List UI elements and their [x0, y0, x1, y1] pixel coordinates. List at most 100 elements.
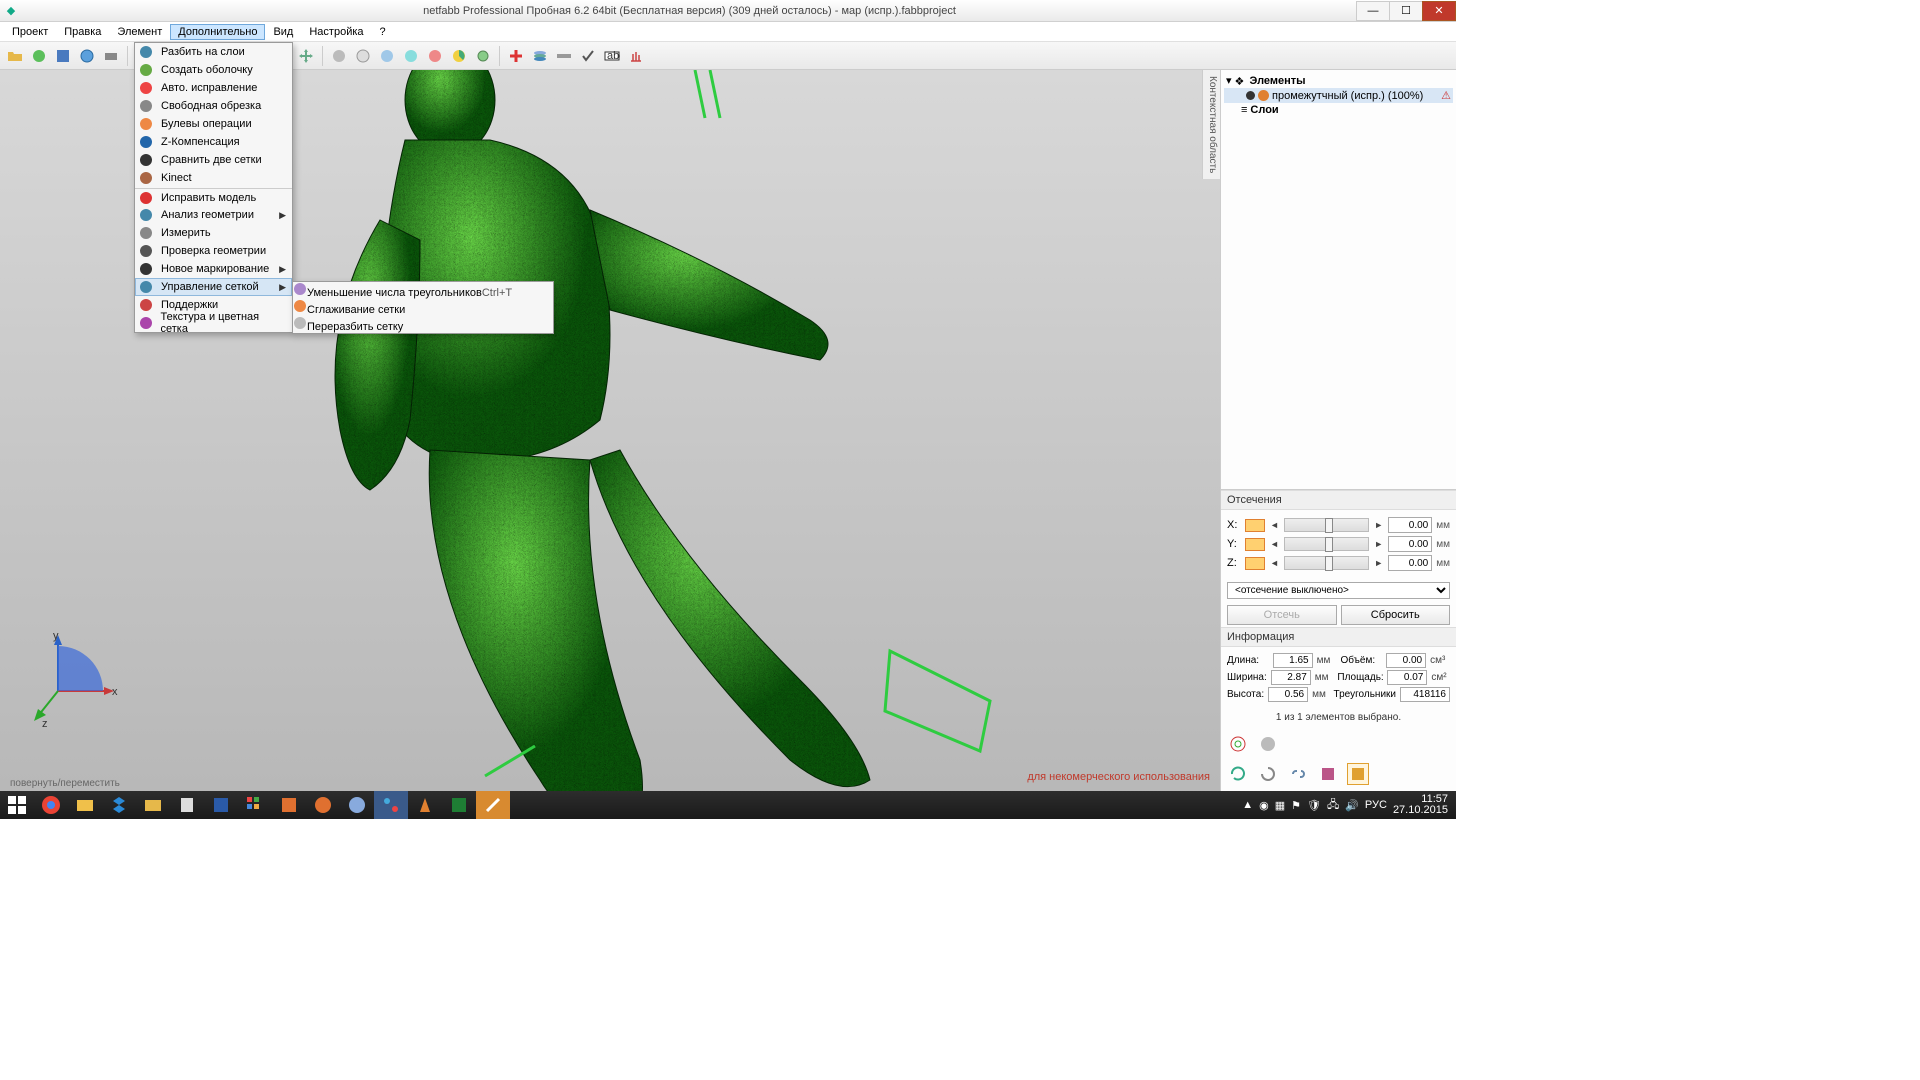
menu-item-shell[interactable]: Создать оболочку — [135, 61, 292, 79]
selected-mode-icon[interactable] — [1347, 763, 1369, 785]
task-chrome-icon[interactable] — [34, 791, 68, 819]
tree-layers-label: Слои — [1250, 104, 1278, 116]
task-folder-icon[interactable] — [136, 791, 170, 819]
menu-project[interactable]: Проект — [4, 24, 56, 40]
tool-globe-icon[interactable] — [76, 45, 98, 67]
task-apps-icon[interactable] — [238, 791, 272, 819]
tool-sphere2-icon[interactable] — [352, 45, 374, 67]
tray-network-icon[interactable]: 🖧 — [1327, 796, 1339, 815]
tray-volume-icon[interactable]: 🔊 — [1345, 799, 1359, 812]
menu-item-abc[interactable]: Новое маркирование▶ — [135, 260, 292, 278]
z-swatch[interactable] — [1245, 557, 1265, 570]
task-dropbox-icon[interactable] — [102, 791, 136, 819]
task-netfabb-icon[interactable] — [374, 791, 408, 819]
tool-sphere1-icon[interactable] — [328, 45, 350, 67]
task-word-icon[interactable] — [204, 791, 238, 819]
menu-item-plus[interactable]: Исправить модель — [135, 188, 292, 206]
y-slider[interactable] — [1284, 537, 1369, 551]
menu-item-analyse[interactable]: Анализ геометрии▶ — [135, 206, 292, 224]
target-icon[interactable] — [1227, 733, 1249, 755]
cut-mode-select[interactable]: <отсечение выключено> — [1227, 582, 1450, 599]
task-active-icon[interactable] — [476, 791, 510, 819]
menu-element[interactable]: Элемент — [109, 24, 170, 40]
y-swatch[interactable] — [1245, 538, 1265, 551]
tool-ruler-icon[interactable] — [553, 45, 575, 67]
menu-item-compare[interactable]: Сравнить две сетки — [135, 151, 292, 169]
tray-icon[interactable]: 🛡 — [1307, 799, 1321, 812]
menu-item-cut[interactable]: Свободная обрезка — [135, 97, 292, 115]
task-orange2-icon[interactable] — [306, 791, 340, 819]
menu-item-gear[interactable]: Авто. исправление — [135, 79, 292, 97]
task-explorer-icon[interactable] — [68, 791, 102, 819]
task-misc1-icon[interactable] — [340, 791, 374, 819]
tree-item[interactable]: промежутчный (испр.) (100%) ⚠ — [1224, 88, 1453, 103]
task-orange1-icon[interactable] — [272, 791, 306, 819]
cut-button[interactable]: Отсечь — [1227, 605, 1337, 625]
submenu-item[interactable]: Сглаживание сетки — [293, 299, 553, 316]
tool-open-icon[interactable] — [4, 45, 26, 67]
taskbar[interactable]: ▲ ◉ ▦ ⚑ 🛡 🖧 🔊 РУС 11:57 27.10.2015 — [0, 791, 1456, 819]
tool-check-icon[interactable] — [577, 45, 599, 67]
start-button[interactable] — [0, 791, 34, 819]
reset-button[interactable]: Сбросить — [1341, 605, 1451, 625]
link-icon[interactable] — [1287, 763, 1309, 785]
refresh-icon[interactable] — [1227, 763, 1249, 785]
menu-item-kinect[interactable]: Kinect — [135, 169, 292, 187]
context-side-tab[interactable]: Контекстная область — [1202, 70, 1220, 179]
tool-gear-icon[interactable] — [472, 45, 494, 67]
visibility-dot-icon[interactable] — [1246, 91, 1255, 100]
tool-sphere5-icon[interactable] — [424, 45, 446, 67]
menu-item-wrench[interactable]: Управление сеткой▶ — [135, 278, 292, 296]
tool-add-icon[interactable] — [28, 45, 50, 67]
tray-up-icon[interactable]: ▲ — [1242, 799, 1253, 811]
tree-root[interactable]: ▾❖ Элементы — [1224, 73, 1453, 88]
menu-item-check[interactable]: Проверка геометрии — [135, 242, 292, 260]
tool-abc-icon[interactable]: abc — [601, 45, 623, 67]
tool-sphere3-icon[interactable] — [376, 45, 398, 67]
tool-save-icon[interactable] — [52, 45, 74, 67]
x-value[interactable] — [1388, 517, 1432, 533]
menu-item-ruler[interactable]: Измерить — [135, 224, 292, 242]
tray-icon[interactable]: ▦ — [1275, 799, 1285, 812]
volume-value — [1386, 653, 1426, 668]
tool-move-icon[interactable] — [295, 45, 317, 67]
y-value[interactable] — [1388, 536, 1432, 552]
submenu-item[interactable]: Переразбить сетку — [293, 316, 553, 333]
menu-view[interactable]: Вид — [265, 24, 301, 40]
menu-item-bool[interactable]: Булевы операции — [135, 115, 292, 133]
menu-settings[interactable]: Настройка — [301, 24, 371, 40]
x-swatch[interactable] — [1245, 519, 1265, 532]
tree-layers[interactable]: ≡ Слои — [1224, 103, 1453, 117]
tool-layers-icon[interactable] — [529, 45, 551, 67]
menu-item-layers[interactable]: Разбить на слои — [135, 43, 292, 61]
tree-panel[interactable]: ▾❖ Элементы промежутчный (испр.) (100%) … — [1221, 70, 1456, 490]
tool-print-icon[interactable] — [100, 45, 122, 67]
tray-lang[interactable]: РУС — [1365, 799, 1387, 811]
task-excel-icon[interactable] — [442, 791, 476, 819]
tray-icon[interactable]: ◉ — [1259, 799, 1269, 812]
task-vlc-icon[interactable] — [408, 791, 442, 819]
close-button[interactable]: ✕ — [1422, 1, 1456, 21]
menu-item-zcomp[interactable]: Z-Компенсация — [135, 133, 292, 151]
cube-icon[interactable] — [1317, 763, 1339, 785]
system-tray[interactable]: ▲ ◉ ▦ ⚑ 🛡 🖧 🔊 РУС 11:57 27.10.2015 — [1242, 794, 1456, 816]
minimize-button[interactable]: — — [1356, 1, 1390, 21]
globe-icon[interactable] — [1257, 733, 1279, 755]
tool-sphere4-icon[interactable] — [400, 45, 422, 67]
rotate-icon[interactable] — [1257, 763, 1279, 785]
submenu-item[interactable]: Уменьшение числа треугольниковCtrl+T — [293, 282, 553, 299]
maximize-button[interactable]: ☐ — [1389, 1, 1423, 21]
tool-repair-icon[interactable] — [505, 45, 527, 67]
z-value[interactable] — [1388, 555, 1432, 571]
menu-item-texture[interactable]: Текстура и цветная сетка — [135, 314, 292, 332]
tool-pie-icon[interactable] — [448, 45, 470, 67]
menu-edit[interactable]: Правка — [56, 24, 109, 40]
menu-help[interactable]: ? — [372, 24, 394, 40]
z-slider[interactable] — [1284, 556, 1369, 570]
tray-clock[interactable]: 11:57 27.10.2015 — [1393, 794, 1448, 816]
tray-icon[interactable]: ⚑ — [1291, 799, 1301, 812]
tool-support-icon[interactable] — [625, 45, 647, 67]
menu-additional[interactable]: Дополнительно — [170, 24, 265, 40]
task-calc-icon[interactable] — [170, 791, 204, 819]
x-slider[interactable] — [1284, 518, 1369, 532]
